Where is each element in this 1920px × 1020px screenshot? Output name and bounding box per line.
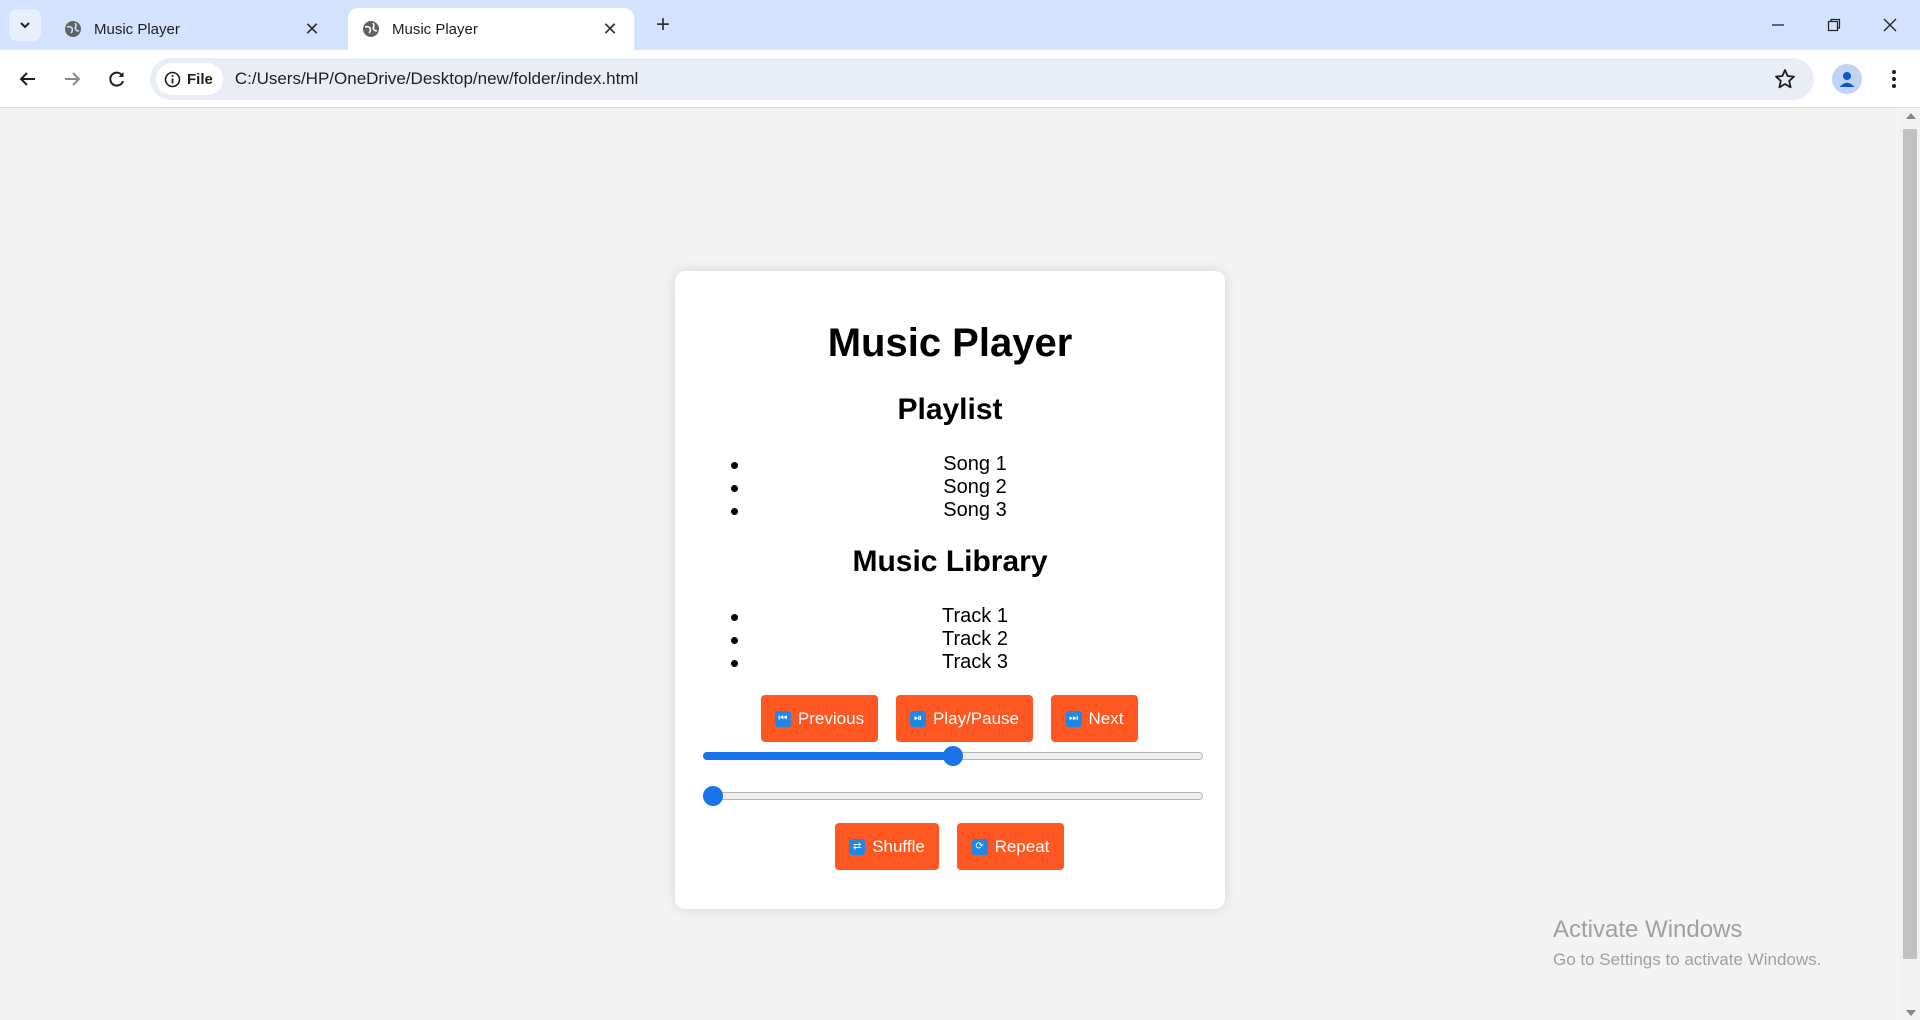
browser-menu-button[interactable]	[1882, 64, 1906, 94]
bullet	[731, 660, 738, 667]
playlist-heading: Playlist	[897, 393, 1003, 426]
browser-tab-2[interactable]: Music Player ✕	[348, 8, 634, 50]
scroll-up-arrow[interactable]	[1906, 113, 1916, 119]
music-library-list: Track 1 Track 2 Track 3	[675, 605, 1225, 674]
arrow-left-icon	[19, 72, 35, 86]
chevron-down-icon	[20, 22, 30, 29]
browser-toolbar: File C:/Users/HP/OneDrive/Desktop/new/fo…	[0, 50, 1920, 108]
bullet	[731, 614, 738, 621]
playlist-item[interactable]: Song 1	[675, 453, 1225, 476]
playlist-list: Song 1 Song 2 Song 3	[675, 453, 1225, 522]
restore-button[interactable]	[1820, 12, 1848, 38]
previous-button[interactable]: ⏮ Previous	[761, 695, 878, 742]
minimize-icon	[1772, 24, 1784, 26]
repeat-icon: ⟳	[971, 838, 988, 855]
site-info-chip[interactable]: File	[156, 63, 223, 95]
activate-windows-subtitle: Go to Settings to activate Windows.	[1553, 950, 1822, 969]
next-button[interactable]: ⏭ Next	[1051, 695, 1138, 742]
browser-tab-1[interactable]: Music Player ✕	[50, 8, 336, 50]
slider-fill	[703, 752, 953, 760]
repeat-button[interactable]: ⟳ Repeat	[957, 823, 1064, 870]
previous-label: Previous	[797, 708, 865, 728]
shuffle-label: Shuffle	[872, 836, 925, 856]
shuffle-button[interactable]: ⇄ Shuffle	[835, 823, 939, 870]
reload-icon	[109, 71, 124, 87]
playlist-item[interactable]: Song 3	[675, 499, 1225, 522]
skip-forward-icon: ⏭	[1065, 710, 1082, 727]
globe-icon	[64, 20, 82, 38]
close-icon[interactable]: ✕	[300, 17, 324, 41]
arrow-right-icon	[65, 72, 81, 86]
music-library-heading: Music Library	[852, 545, 1048, 578]
tab-title: Music Player	[94, 20, 180, 38]
playlist-item[interactable]: Song 2	[675, 476, 1225, 499]
music-player-card: Music Player Playlist Song 1 Song 2 Song…	[675, 271, 1225, 909]
tab-title: Music Player	[392, 20, 478, 38]
person-icon	[1839, 72, 1855, 87]
restore-icon	[1827, 18, 1841, 32]
shuffle-icon: ⇄	[849, 838, 866, 855]
next-label: Next	[1088, 708, 1124, 728]
bullet	[731, 462, 738, 469]
play-pause-label: Play/Pause	[933, 708, 1019, 728]
progress-slider[interactable]	[703, 786, 1203, 806]
window-close-button[interactable]	[1876, 12, 1904, 38]
page-title: Music Player	[827, 321, 1073, 365]
close-icon	[1883, 18, 1897, 32]
activate-windows-title: Activate Windows	[1553, 916, 1743, 943]
close-icon[interactable]: ✕	[598, 17, 622, 41]
skip-back-icon: ⏮	[774, 710, 791, 727]
address-bar[interactable]: File C:/Users/HP/OneDrive/Desktop/new/fo…	[150, 58, 1814, 100]
repeat-label: Repeat	[994, 836, 1050, 856]
bullet	[731, 485, 738, 492]
url-text[interactable]: C:/Users/HP/OneDrive/Desktop/new/folder/…	[235, 69, 638, 89]
globe-icon	[362, 20, 380, 38]
library-item[interactable]: Track 1	[675, 605, 1225, 628]
tab-strip: Music Player ✕ Music Player ✕ +	[0, 0, 1920, 50]
tab-search-button[interactable]	[9, 9, 41, 41]
minimize-button[interactable]	[1764, 12, 1792, 38]
more-vertical-icon	[1892, 70, 1896, 88]
bookmark-star-icon[interactable]	[1774, 68, 1796, 90]
library-item[interactable]: Track 3	[675, 651, 1225, 674]
bullet	[731, 508, 738, 515]
site-chip-label: File	[187, 70, 213, 88]
profile-avatar[interactable]	[1832, 64, 1862, 94]
play-pause-button[interactable]: ⏯ Play/Pause	[896, 695, 1033, 742]
bullet	[731, 637, 738, 644]
play-pause-icon: ⏯	[910, 710, 926, 727]
page-scrollbar[interactable]	[1900, 109, 1920, 1020]
slider-track	[703, 792, 1203, 800]
scroll-thumb[interactable]	[1903, 129, 1917, 959]
slider-thumb[interactable]	[943, 746, 963, 766]
new-tab-button[interactable]: +	[650, 11, 676, 38]
library-item[interactable]: Track 2	[675, 628, 1225, 651]
scroll-down-arrow[interactable]	[1906, 1010, 1916, 1016]
back-button[interactable]	[13, 64, 43, 94]
forward-button[interactable]	[57, 64, 87, 94]
slider-thumb[interactable]	[703, 786, 723, 806]
reload-button[interactable]	[102, 64, 132, 94]
info-icon	[164, 71, 181, 88]
volume-slider[interactable]	[703, 746, 1203, 766]
